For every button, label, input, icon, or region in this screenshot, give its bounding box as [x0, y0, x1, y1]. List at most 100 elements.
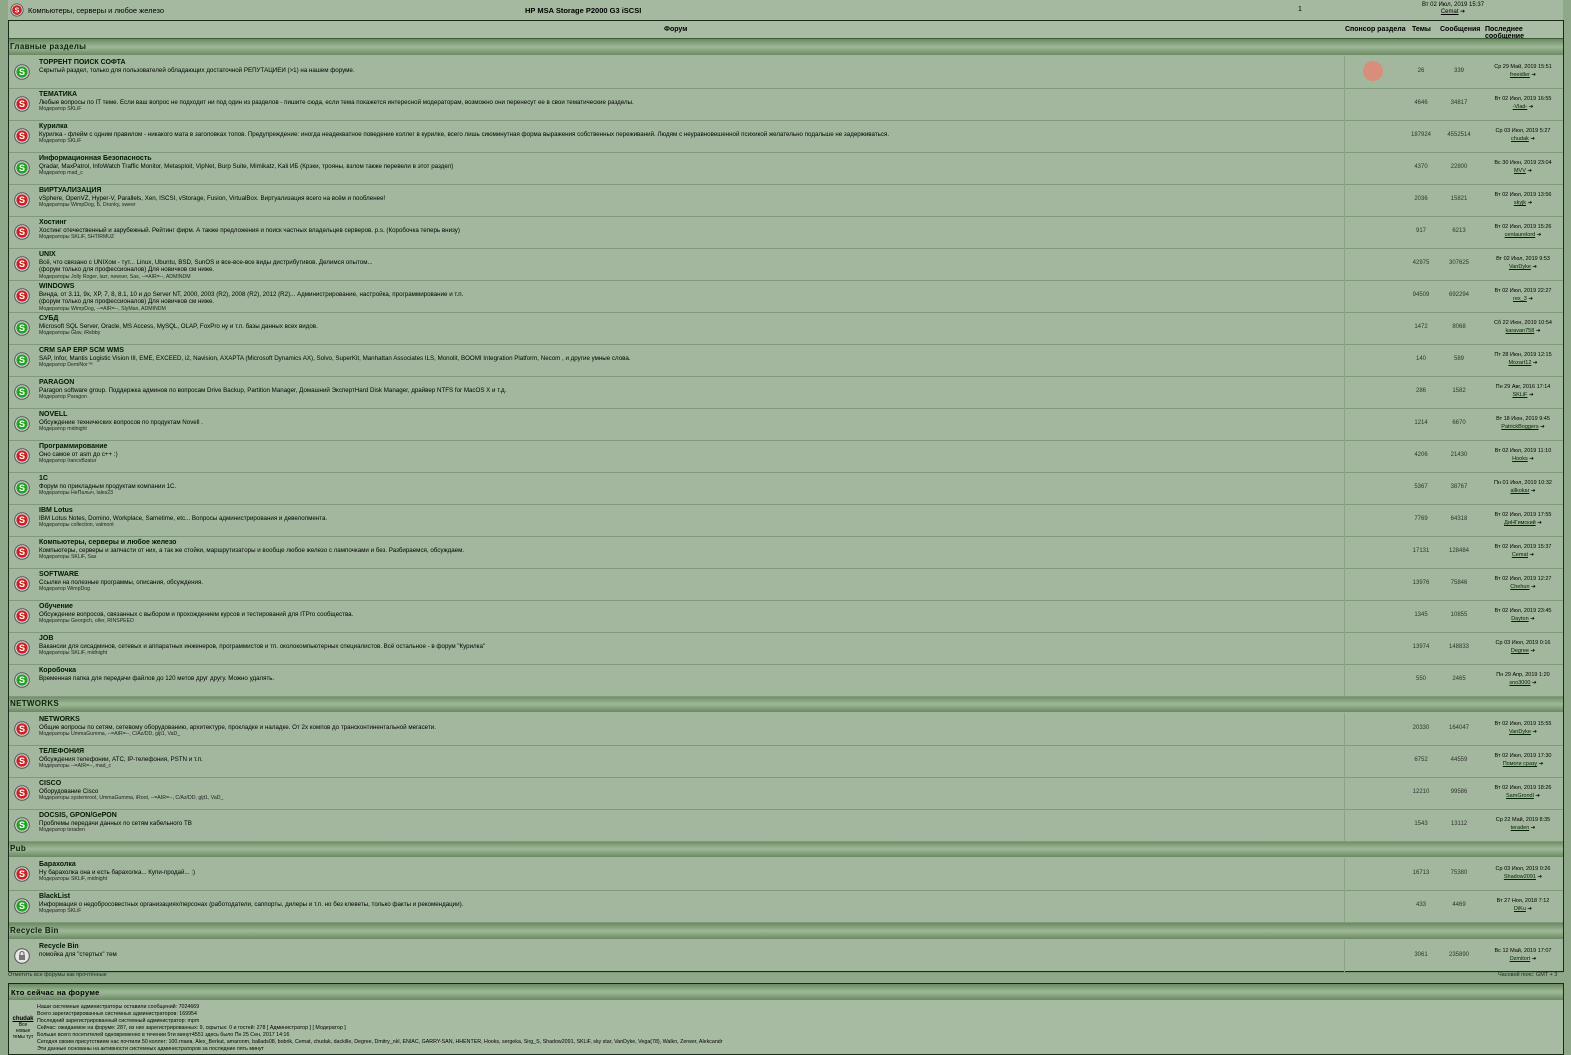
last-post-user[interactable]: Dayton — [1511, 616, 1528, 622]
forum-moderators[interactable]: Модераторы Glav, iRebby — [39, 330, 1339, 338]
goto-last-post-icon[interactable]: ➔ — [1530, 680, 1537, 686]
goto-last-post-icon[interactable]: ➔ — [1534, 328, 1541, 334]
goto-last-post-icon[interactable]: ➔ — [1534, 793, 1540, 799]
forum-moderators[interactable]: Модераторы SKLiF, SHTIRMUZ — [39, 234, 1339, 242]
forum-name-link[interactable]: NETWORKS — [39, 716, 1339, 724]
category-title[interactable]: Recycle Bin — [10, 926, 59, 935]
last-post-user[interactable]: skyjk — [1514, 200, 1526, 206]
forum-name-link[interactable]: ТОРРЕНТ ПОИСК СОФТА — [39, 59, 1339, 67]
last-post-user[interactable]: allkokar — [1510, 488, 1529, 494]
goto-last-post-icon[interactable]: ➔ — [1529, 825, 1536, 831]
forum-name-link[interactable]: WINDOWS — [39, 283, 1339, 291]
forum-name-link[interactable]: Программирование — [39, 443, 1339, 451]
last-post-user[interactable]: Cemat — [1512, 552, 1528, 558]
last-post-user[interactable]: sno3000 — [1509, 680, 1530, 686]
forum-moderators[interactable]: Модераторы HeПалыч, lales23 — [39, 490, 1339, 498]
forum-moderators[interactable]: Модераторы --=AIR=--, mad_c — [39, 763, 1339, 771]
forum-moderators[interactable]: Модератор DemiNor™ — [39, 362, 1339, 370]
last-post-user[interactable]: karavan758 — [1506, 328, 1535, 334]
last-post-user[interactable]: Mozart12 — [1508, 360, 1531, 366]
last-post-user[interactable]: VanDyke — [1509, 729, 1531, 735]
forum-moderators[interactable]: Модераторы SKLiF, midnight — [39, 876, 1339, 884]
goto-last-post-icon[interactable]: ➔ — [1527, 104, 1534, 110]
goto-last-post-icon[interactable]: ➔ — [1529, 136, 1535, 142]
forum-name-link[interactable]: BlackList — [39, 893, 1339, 901]
forum-moderators[interactable]: Модератор midnight — [39, 426, 1339, 434]
forum-moderators[interactable]: Модераторы SKLiF, Sas — [39, 554, 1339, 562]
forum-name-link[interactable]: JOB — [39, 635, 1339, 643]
goto-last-post-icon[interactable]: ➔ — [1526, 906, 1532, 912]
forum-name-link[interactable]: Обучение — [39, 603, 1339, 611]
forum-name-link[interactable]: PARAGON — [39, 379, 1339, 387]
goto-last-post-icon[interactable]: ➔ — [1460, 9, 1465, 15]
goto-last-post-icon[interactable]: ➔ — [1530, 72, 1536, 78]
category-title[interactable]: Pub — [10, 844, 26, 853]
last-post-user[interactable]: Chehun — [1510, 584, 1529, 590]
last-post-user[interactable]: Dzmitort — [1510, 956, 1530, 962]
forum-moderators[interactable]: Модераторы WimpDog, Б, Drunky, sweer — [39, 202, 1339, 210]
forum-name-link[interactable]: Информационная Безопасность — [39, 155, 1339, 163]
forum-name-link[interactable]: ТЕЛЕФОНИЯ — [39, 748, 1339, 756]
forum-moderators[interactable]: Модератор teraden — [39, 827, 1339, 835]
topbar-topic-link[interactable]: HP MSA Storage P2000 G3 iSCSI — [525, 6, 641, 15]
goto-last-post-icon[interactable]: ➔ — [1529, 488, 1536, 494]
forum-moderators[interactable]: Модератор IrancvBzatur — [39, 458, 1339, 466]
last-post-user[interactable]: VanDyke — [1509, 264, 1531, 270]
goto-last-post-icon[interactable]: ➔ — [1529, 616, 1535, 622]
last-post-user[interactable]: teraden — [1511, 825, 1530, 831]
last-post-user[interactable]: centaurelord — [1505, 232, 1536, 238]
last-post-user[interactable]: DiKu — [1514, 906, 1526, 912]
last-post-user[interactable]: MVV — [1514, 168, 1526, 174]
last-post-user[interactable]: Hooks — [1512, 456, 1528, 462]
topbar-last-user[interactable]: Cemat — [1441, 9, 1459, 15]
forum-moderators[interactable]: Модератор mad_c — [39, 170, 1339, 178]
last-post-user[interactable]: SKLiF — [1512, 392, 1527, 398]
last-post-user[interactable]: chudak — [1511, 136, 1529, 142]
online-avatar[interactable]: chudak Все новые темы тут — [11, 1016, 35, 1040]
goto-last-post-icon[interactable]: ➔ — [1529, 648, 1535, 654]
forum-name-link[interactable]: CRM SAP ERP SCM WMS — [39, 347, 1339, 355]
forum-name-link[interactable]: UNIX — [39, 251, 1339, 259]
forum-moderators[interactable]: Модераторы UmmaGumma, --=AIR=--, C/Az/DD… — [39, 731, 1339, 739]
forum-moderators[interactable]: Модераторы collection, valmont — [39, 522, 1339, 530]
category-title[interactable]: Главные разделы — [10, 42, 86, 51]
goto-last-post-icon[interactable]: ➔ — [1528, 456, 1534, 462]
last-post-user[interactable]: SamGrondl — [1506, 793, 1534, 799]
forum-name-link[interactable]: NOVELL — [39, 411, 1339, 419]
goto-last-post-icon[interactable]: ➔ — [1527, 296, 1533, 302]
forum-moderators[interactable]: Модератор Paragon — [39, 394, 1339, 402]
topbar-forum-link[interactable]: Компьютеры, серверы и любое железо — [28, 6, 164, 15]
last-post-user[interactable]: -Vlad- — [1513, 104, 1528, 110]
mark-all-read-link[interactable]: Отметить все форумы как прочтённые — [8, 972, 107, 978]
forum-name-link[interactable]: DOCSIS, GPON/GePON — [39, 812, 1339, 820]
forum-name-link[interactable]: ВИРТУАЛИЗАЦИЯ — [39, 187, 1339, 195]
goto-last-post-icon[interactable]: ➔ — [1536, 874, 1543, 880]
forum-moderators[interactable]: Модератор SKLiF — [39, 106, 1339, 114]
forum-name-link[interactable]: Recycle Bin — [39, 943, 1339, 951]
forum-name-link[interactable]: Барахолка — [39, 861, 1339, 869]
goto-last-post-icon[interactable]: ➔ — [1535, 232, 1542, 238]
sponsor-badge-icon[interactable] — [1363, 61, 1383, 81]
forum-name-link[interactable]: IBM Lotus — [39, 507, 1339, 515]
last-post-user[interactable]: Помоги сразу — [1503, 761, 1537, 767]
goto-last-post-icon[interactable]: ➔ — [1531, 360, 1538, 366]
last-post-user[interactable]: PatrickBoggers — [1501, 424, 1538, 430]
forum-moderators[interactable]: Модератор WimpDog — [39, 586, 1339, 594]
last-post-user[interactable]: rex_3 — [1513, 296, 1527, 302]
category-title[interactable]: NETWORKS — [10, 699, 59, 708]
last-post-user[interactable]: freeidler — [1510, 72, 1530, 78]
goto-last-post-icon[interactable]: ➔ — [1531, 264, 1537, 270]
forum-name-link[interactable]: Хостинг — [39, 219, 1339, 227]
last-post-user[interactable]: ДиНГимский — [1504, 520, 1536, 526]
forum-moderators[interactable]: Модераторы SKLiF, midnight — [39, 650, 1339, 658]
forum-name-link[interactable]: 1С — [39, 475, 1339, 483]
goto-last-post-icon[interactable]: ➔ — [1539, 424, 1545, 430]
last-post-user[interactable]: Degree — [1511, 648, 1529, 654]
forum-name-link[interactable]: Компьютеры, серверы и любое железо — [39, 539, 1339, 547]
goto-last-post-icon[interactable]: ➔ — [1527, 392, 1534, 398]
goto-last-post-icon[interactable]: ➔ — [1537, 761, 1544, 767]
forum-name-link[interactable]: Курилка — [39, 123, 1339, 131]
forum-name-link[interactable]: СУБД — [39, 315, 1339, 323]
goto-last-post-icon[interactable]: ➔ — [1526, 168, 1532, 174]
forum-moderators[interactable]: Модераторы Georgich, oller, RINSPEED — [39, 618, 1339, 626]
